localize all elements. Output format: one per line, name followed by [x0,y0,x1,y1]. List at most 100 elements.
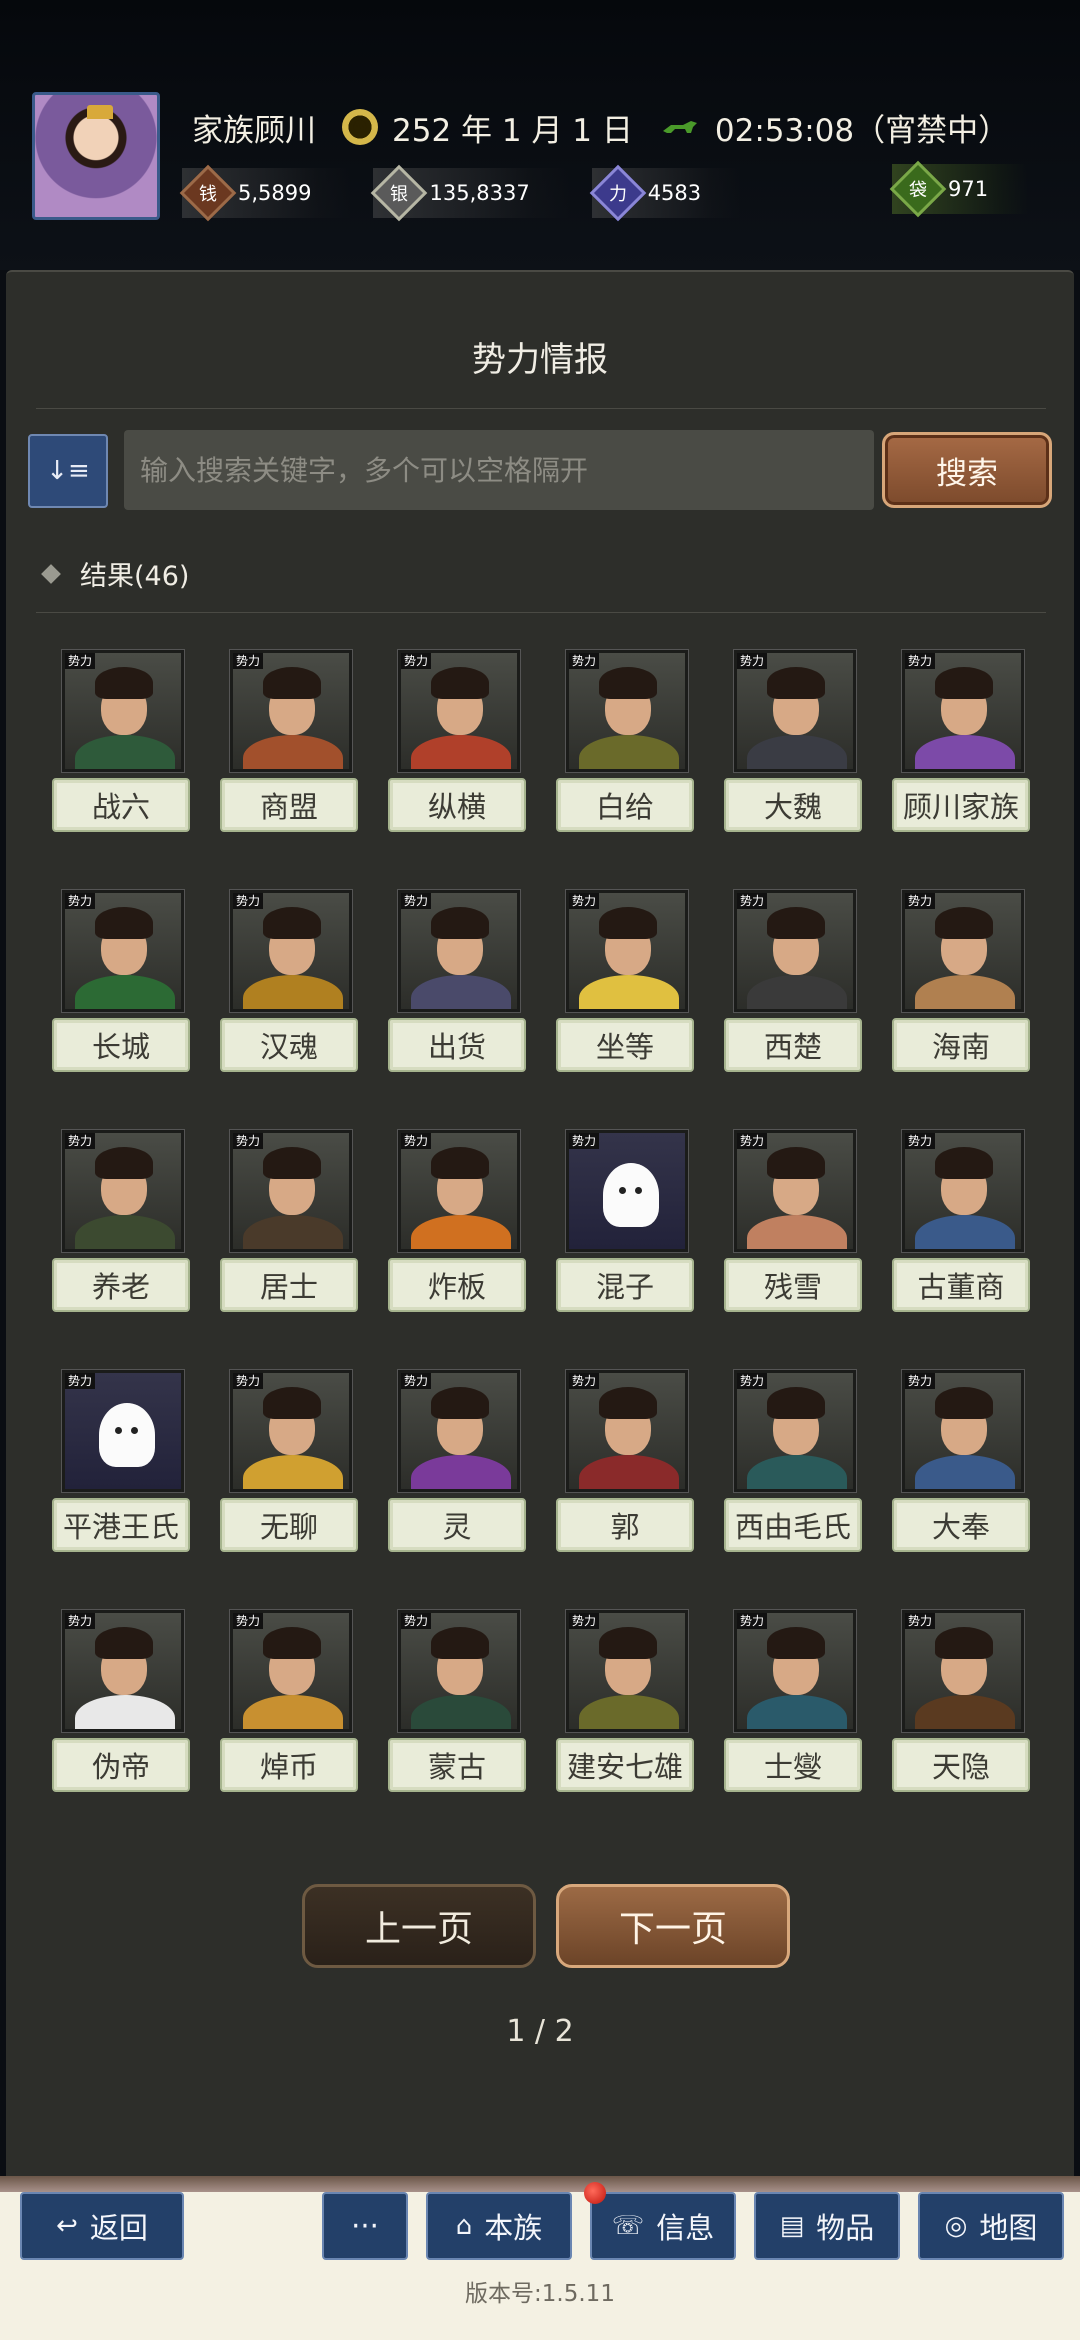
faction-card[interactable]: 势力 坐等 [556,890,696,1080]
faction-portrait[interactable]: 势力 [902,650,1024,772]
faction-card[interactable]: 势力 海南 [892,890,1032,1080]
faction-card[interactable]: 势力 汉魂 [220,890,360,1080]
faction-portrait[interactable]: 势力 [734,1370,856,1492]
resource-silver[interactable]: 银 135,8337 [371,164,570,222]
sort-button[interactable]: ↓≡ [28,434,108,508]
faction-portrait[interactable]: 势力 [398,890,520,1012]
faction-name[interactable]: 蒙古 [388,1738,526,1792]
faction-name[interactable]: 大奉 [892,1498,1030,1552]
faction-card[interactable]: 势力 无聊 [220,1370,360,1560]
faction-card[interactable]: 势力 养老 [52,1130,192,1320]
faction-portrait[interactable]: 势力 [230,650,352,772]
faction-name[interactable]: 无聊 [220,1498,358,1552]
faction-portrait[interactable]: 势力 [62,1130,184,1252]
faction-portrait[interactable]: 势力 [902,1610,1024,1732]
faction-card[interactable]: 势力 纵横 [388,650,528,840]
faction-card[interactable]: 势力 炸板 [388,1130,528,1320]
faction-card[interactable]: 势力 蒙古 [388,1610,528,1800]
faction-portrait[interactable]: 势力 [566,650,688,772]
faction-portrait[interactable]: 势力 [230,1130,352,1252]
faction-name[interactable]: 混子 [556,1258,694,1312]
faction-card[interactable]: 势力 战六 [52,650,192,840]
faction-name[interactable]: 焯币 [220,1738,358,1792]
search-input[interactable] [124,430,874,510]
faction-portrait[interactable]: 势力 [734,890,856,1012]
faction-name[interactable]: 顾川家族 [892,778,1030,832]
faction-card[interactable]: 势力 大魏 [724,650,864,840]
faction-portrait[interactable]: 势力 [566,1130,688,1252]
faction-portrait[interactable]: 势力 [398,1370,520,1492]
faction-portrait[interactable]: 势力 [902,1370,1024,1492]
faction-card[interactable]: 势力 大奉 [892,1370,1032,1560]
faction-portrait[interactable]: 势力 [734,1610,856,1732]
prev-page-button[interactable]: 上一页 [302,1884,536,1968]
faction-name[interactable]: 居士 [220,1258,358,1312]
faction-portrait[interactable]: 势力 [230,1370,352,1492]
faction-name[interactable]: 西由毛氏 [724,1498,862,1552]
faction-name[interactable]: 古董商 [892,1258,1030,1312]
faction-card[interactable]: 势力 长城 [52,890,192,1080]
faction-portrait[interactable]: 势力 [398,1610,520,1732]
faction-portrait[interactable]: 势力 [230,890,352,1012]
faction-portrait[interactable]: 势力 [62,890,184,1012]
faction-name[interactable]: 天隐 [892,1738,1030,1792]
faction-card[interactable]: 势力 古董商 [892,1130,1032,1320]
faction-portrait[interactable]: 势力 [62,1610,184,1732]
faction-name[interactable]: 商盟 [220,778,358,832]
faction-card[interactable]: 势力 白给 [556,650,696,840]
faction-portrait[interactable]: 势力 [902,890,1024,1012]
faction-name[interactable]: 白给 [556,778,694,832]
back-button[interactable]: ↩ 返回 [20,2192,184,2260]
player-avatar[interactable] [32,92,160,220]
faction-name[interactable]: 西楚 [724,1018,862,1072]
faction-card[interactable]: 势力 天隐 [892,1610,1032,1800]
faction-name[interactable]: 士燮 [724,1738,862,1792]
next-page-button[interactable]: 下一页 [556,1884,790,1968]
faction-card[interactable]: 势力 西由毛氏 [724,1370,864,1560]
faction-portrait[interactable]: 势力 [902,1130,1024,1252]
faction-card[interactable]: 势力 士燮 [724,1610,864,1800]
search-button[interactable]: 搜索 [882,432,1052,508]
faction-card[interactable]: 势力 出货 [388,890,528,1080]
faction-card[interactable]: 势力郭 [556,1370,696,1560]
faction-card[interactable]: 势力 焯币 [220,1610,360,1800]
faction-name[interactable]: 出货 [388,1018,526,1072]
faction-portrait[interactable]: 势力 [230,1610,352,1732]
faction-card[interactable]: 势力 平港王氏 [52,1370,192,1560]
faction-name[interactable]: 平港王氏 [52,1498,190,1552]
faction-portrait[interactable]: 势力 [62,650,184,772]
resource-money-bag[interactable]: 袋 971 [889,160,1029,218]
faction-card[interactable]: 势力 西楚 [724,890,864,1080]
faction-portrait[interactable]: 势力 [398,1130,520,1252]
resource-power[interactable]: 力 4583 [589,164,742,222]
faction-portrait[interactable]: 势力 [566,1610,688,1732]
clan-button[interactable]: ⌂ 本族 [426,2192,572,2260]
faction-name[interactable]: 伪帝 [52,1738,190,1792]
resource-copper[interactable]: 钱 5,5899 [179,164,352,222]
faction-card[interactable]: 势力灵 [388,1370,528,1560]
faction-name[interactable]: 坐等 [556,1018,694,1072]
faction-card[interactable]: 势力 混子 [556,1130,696,1320]
faction-card[interactable]: 势力 伪帝 [52,1610,192,1800]
faction-name[interactable]: 残雪 [724,1258,862,1312]
faction-name[interactable]: 灵 [388,1498,526,1552]
faction-card[interactable]: 势力 居士 [220,1130,360,1320]
faction-card[interactable]: 势力 商盟 [220,650,360,840]
info-button[interactable]: ☏ 信息 [590,2192,736,2260]
faction-portrait[interactable]: 势力 [398,650,520,772]
faction-portrait[interactable]: 势力 [734,650,856,772]
faction-portrait[interactable]: 势力 [734,1130,856,1252]
faction-name[interactable]: 郭 [556,1498,694,1552]
map-button[interactable]: ◎ 地图 [918,2192,1064,2260]
more-button[interactable]: ··· [322,2192,408,2260]
faction-card[interactable]: 势力 顾川家族 [892,650,1032,840]
faction-name[interactable]: 养老 [52,1258,190,1312]
faction-name[interactable]: 大魏 [724,778,862,832]
faction-name[interactable]: 战六 [52,778,190,832]
faction-portrait[interactable]: 势力 [566,1370,688,1492]
faction-portrait[interactable]: 势力 [62,1370,184,1492]
faction-name[interactable]: 汉魂 [220,1018,358,1072]
faction-name[interactable]: 建安七雄 [556,1738,694,1792]
faction-name[interactable]: 炸板 [388,1258,526,1312]
faction-card[interactable]: 势力 残雪 [724,1130,864,1320]
